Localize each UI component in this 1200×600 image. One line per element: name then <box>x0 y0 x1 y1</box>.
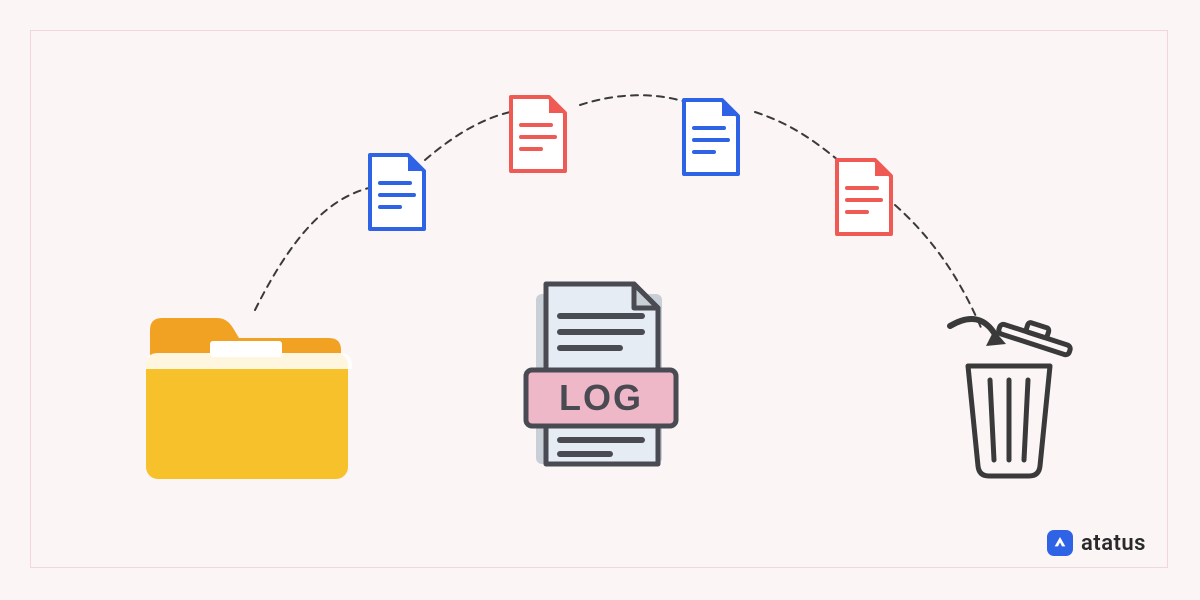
log-badge-label: LOG <box>559 377 643 418</box>
file-icon-3 <box>684 100 738 174</box>
brand-name: atatus <box>1081 531 1146 556</box>
file-icon-2 <box>511 97 565 171</box>
file-icon-1 <box>370 155 424 229</box>
diagram-canvas: LOG <box>0 0 1200 600</box>
trash-icon <box>950 314 1074 476</box>
brand-logo-icon <box>1047 530 1073 556</box>
log-document-icon: LOG <box>526 284 676 464</box>
file-icon-4 <box>837 160 891 234</box>
brand: atatus <box>1047 530 1146 556</box>
folder-icon <box>146 318 352 479</box>
